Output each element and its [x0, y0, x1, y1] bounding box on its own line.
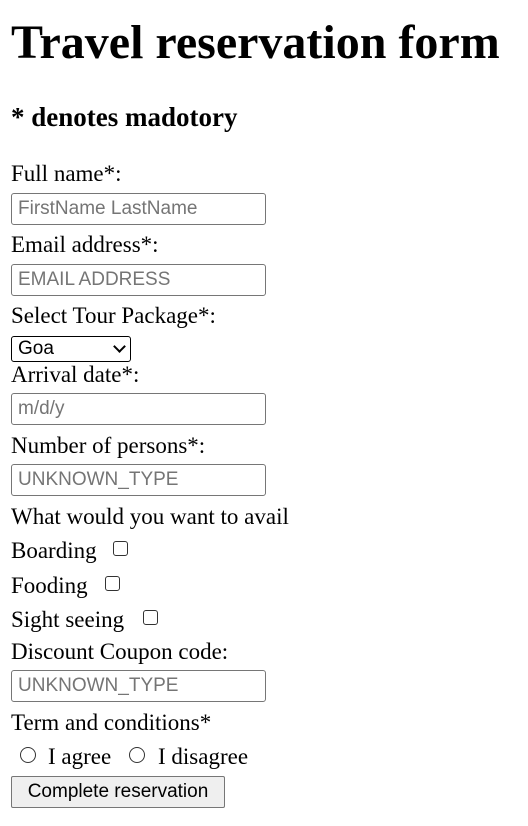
complete-reservation-button[interactable]: Complete reservation [11, 776, 225, 808]
boarding-checkbox[interactable] [113, 541, 128, 556]
tour-package-select[interactable]: Goa [11, 336, 131, 362]
persons-label: Number of persons*: [11, 433, 206, 458]
page-title: Travel reservation form [11, 16, 500, 69]
avail-label: What would you want to avail [11, 504, 289, 529]
sight-seeing-label: Sight seeing [11, 607, 125, 632]
full-name-label: Full name*: [11, 161, 122, 186]
coupon-field[interactable]: UNKNOWN_TYPE [11, 670, 266, 702]
arrival-date-label: Arrival date*: [11, 362, 140, 387]
tour-package-label: Select Tour Package*: [11, 303, 216, 328]
terms-label: Term and conditions* [11, 710, 212, 735]
coupon-label: Discount Coupon code: [11, 639, 229, 664]
boarding-label: Boarding [11, 538, 97, 563]
agree-label: I agree [48, 744, 112, 769]
arrival-date-field[interactable]: m/d/y [11, 393, 266, 425]
agree-radio[interactable] [20, 747, 36, 763]
disagree-radio[interactable] [129, 747, 145, 763]
mandatory-note: * denotes madotory [11, 102, 238, 132]
chevron-down-icon [113, 340, 126, 353]
email-field[interactable]: EMAIL ADDRESS [11, 264, 266, 296]
fooding-label: Fooding [11, 573, 88, 598]
tour-package-selected-value: Goa [18, 338, 54, 359]
persons-field[interactable]: UNKNOWN_TYPE [11, 464, 266, 496]
fooding-checkbox[interactable] [105, 576, 120, 591]
sight-seeing-checkbox[interactable] [143, 610, 158, 625]
email-label: Email address*: [11, 232, 159, 257]
full-name-field[interactable]: FirstName LastName [11, 193, 266, 225]
disagree-label: I disagree [158, 744, 249, 769]
